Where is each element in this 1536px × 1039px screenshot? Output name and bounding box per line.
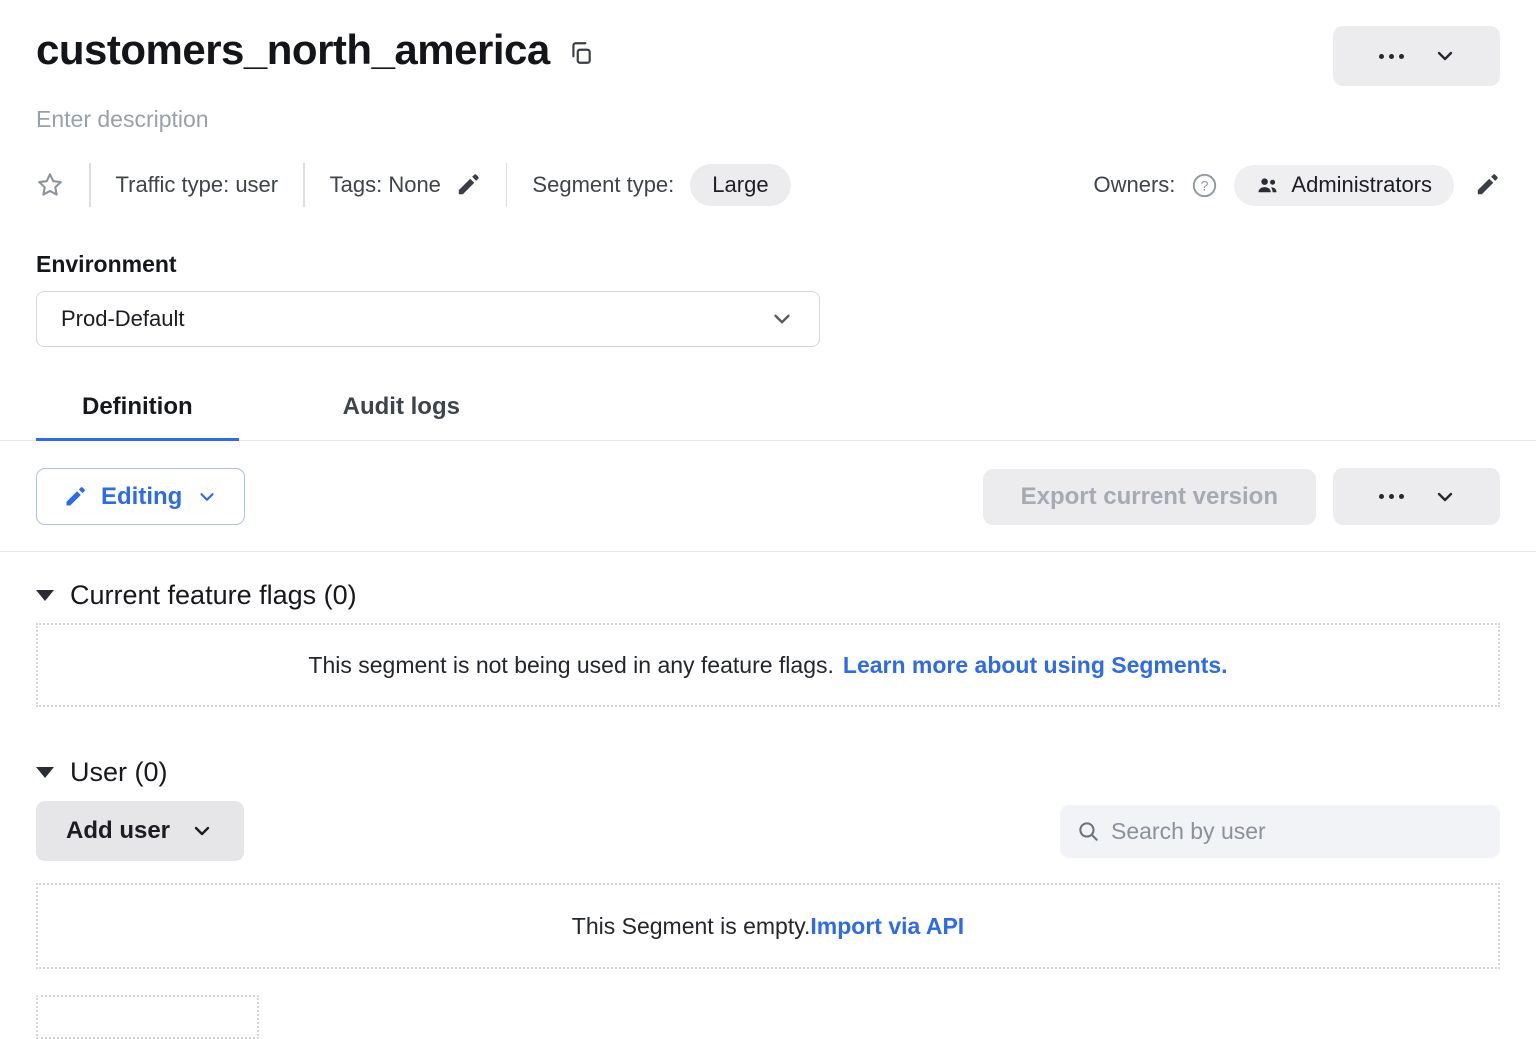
collapse-triangle-icon bbox=[36, 767, 54, 778]
tab-bar: Definition Audit logs bbox=[0, 393, 1536, 441]
divider bbox=[0, 551, 1536, 552]
export-current-version-button[interactable]: Export current version bbox=[983, 469, 1316, 525]
meta-row: Traffic type: user Tags: None Segment ty… bbox=[36, 163, 1500, 207]
edit-tags-icon[interactable] bbox=[455, 172, 481, 198]
collapse-triangle-icon bbox=[36, 590, 54, 601]
chevron-down-icon bbox=[1433, 485, 1457, 509]
feature-flags-empty-state: This segment is not being used in any fe… bbox=[36, 623, 1500, 707]
user-section-header[interactable]: User (0) bbox=[36, 757, 1500, 788]
feature-flags-section-title: Current feature flags (0) bbox=[70, 580, 357, 611]
user-empty-state: This Segment is empty. Import via API bbox=[36, 883, 1500, 969]
svg-text:?: ? bbox=[1201, 177, 1209, 193]
feature-flags-section-header[interactable]: Current feature flags (0) bbox=[36, 580, 1500, 611]
divider bbox=[89, 163, 91, 207]
chevron-down-icon bbox=[769, 306, 795, 332]
owners-value: Administrators bbox=[1291, 172, 1432, 198]
tags-label: Tags: None bbox=[330, 172, 441, 198]
ellipsis-icon bbox=[1377, 54, 1407, 59]
feature-flags-empty-text: This segment is not being used in any fe… bbox=[308, 652, 833, 679]
owners-group: Owners: ? Administrators bbox=[1093, 165, 1500, 206]
search-by-user bbox=[1060, 805, 1500, 858]
environment-label: Environment bbox=[36, 251, 1500, 278]
segment-detail-page: customers_north_america Enter descriptio… bbox=[0, 0, 1536, 969]
header: customers_north_america bbox=[36, 0, 1500, 86]
import-via-api-link[interactable]: Import via API bbox=[810, 913, 964, 940]
ellipsis-icon bbox=[1377, 494, 1407, 499]
header-menu-button[interactable] bbox=[1333, 26, 1500, 86]
user-section-title: User (0) bbox=[70, 757, 168, 788]
segment-type-label: Segment type: bbox=[532, 172, 674, 198]
help-icon[interactable]: ? bbox=[1191, 172, 1218, 199]
owners-badge[interactable]: Administrators bbox=[1234, 165, 1454, 206]
traffic-type-label: Traffic type: user bbox=[116, 172, 279, 198]
editing-button[interactable]: Editing bbox=[36, 468, 245, 525]
owners-label: Owners: bbox=[1093, 172, 1175, 198]
editing-label: Editing bbox=[101, 483, 182, 511]
page-title: customers_north_america bbox=[36, 26, 550, 74]
search-icon bbox=[1076, 819, 1101, 844]
environment-select[interactable]: Prod-Default bbox=[36, 291, 820, 347]
definition-menu-button[interactable] bbox=[1333, 468, 1500, 525]
people-icon bbox=[1256, 174, 1279, 197]
definition-toolbar: Editing Export current version bbox=[36, 468, 1500, 525]
copy-icon[interactable] bbox=[568, 40, 594, 66]
pencil-icon bbox=[63, 485, 87, 509]
edit-owners-icon[interactable] bbox=[1474, 172, 1500, 198]
user-empty-text: This Segment is empty. bbox=[572, 913, 811, 940]
chevron-down-icon bbox=[1433, 44, 1457, 68]
description-placeholder[interactable]: Enter description bbox=[36, 106, 1500, 133]
segment-type-badge: Large bbox=[690, 164, 790, 206]
chevron-down-icon bbox=[196, 486, 218, 508]
tab-definition[interactable]: Definition bbox=[36, 393, 239, 441]
star-icon[interactable] bbox=[36, 171, 64, 199]
divider bbox=[303, 163, 305, 207]
add-user-button[interactable]: Add user bbox=[36, 801, 244, 861]
user-toolbar: Add user bbox=[36, 801, 1500, 861]
chevron-down-icon bbox=[190, 819, 214, 843]
divider bbox=[506, 163, 508, 207]
learn-more-link[interactable]: Learn more about using Segments. bbox=[843, 652, 1228, 679]
environment-selected-value: Prod-Default bbox=[61, 306, 185, 332]
add-user-label: Add user bbox=[66, 817, 170, 845]
tab-audit-logs[interactable]: Audit logs bbox=[297, 393, 506, 441]
search-by-user-input[interactable] bbox=[1111, 818, 1484, 845]
